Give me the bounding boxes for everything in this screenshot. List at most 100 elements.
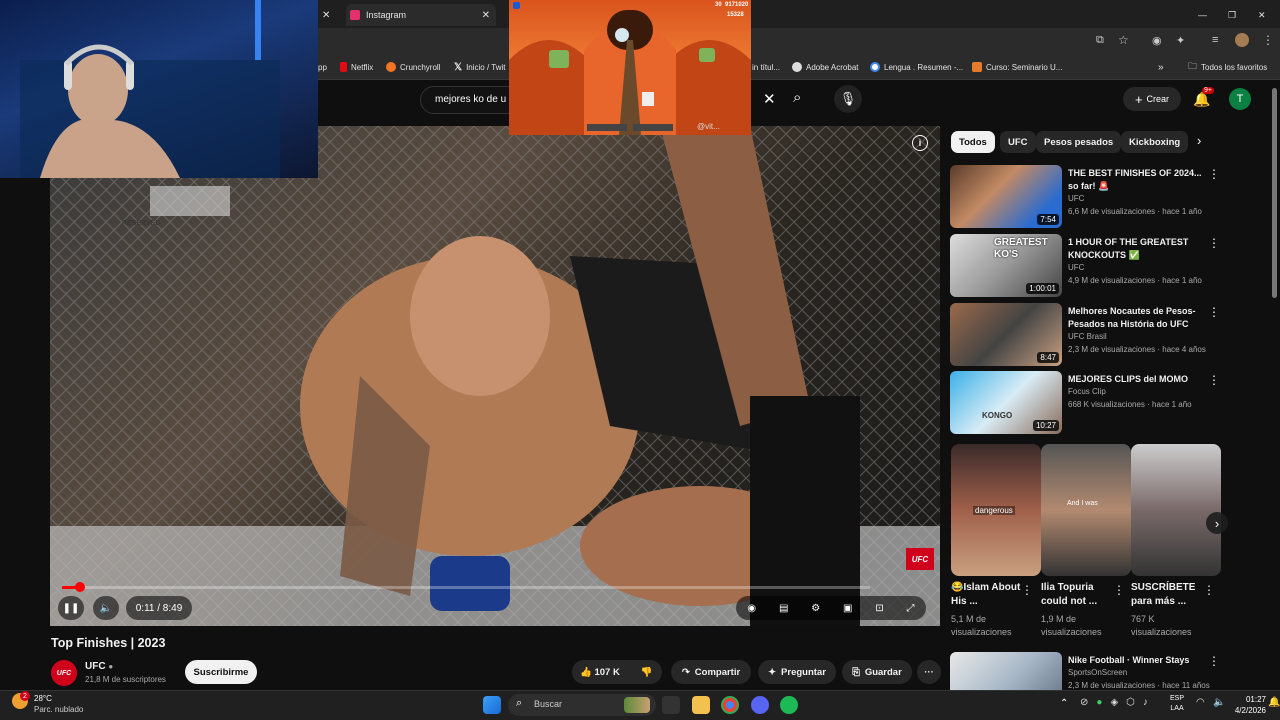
maximize-button[interactable]: ❐ <box>1228 4 1236 26</box>
file-explorer-icon[interactable] <box>692 696 710 714</box>
miniplayer-icon[interactable]: ▣ <box>843 603 852 614</box>
bookmark-lengua[interactable]: Lengua . Resumen -... <box>870 54 963 80</box>
voice-search-button[interactable]: 🎙 <box>834 85 862 113</box>
dislike-button[interactable]: 👎 <box>641 667 653 678</box>
share-button[interactable]: ↷ Compartir <box>671 660 751 684</box>
spotify-icon[interactable] <box>780 696 798 714</box>
short-title[interactable]: Ilia Topuria could not ... <box>1041 581 1121 609</box>
more-options-icon[interactable]: ⋮ <box>1208 654 1220 668</box>
minimize-button[interactable]: — <box>1198 4 1207 26</box>
chip-todos[interactable]: Todos <box>951 131 995 153</box>
task-view-icon[interactable] <box>662 696 680 714</box>
more-options-icon[interactable]: ⋮ <box>1113 583 1125 597</box>
video-title[interactable]: Nike Football · Winner Stays <box>1068 654 1208 667</box>
progress-handle[interactable] <box>75 582 85 592</box>
channel-name[interactable]: SportsOnScreen <box>1068 668 1127 677</box>
video-title[interactable]: MEJORES CLIPS del MOMO <box>1068 373 1208 386</box>
create-button[interactable]: + Crear <box>1123 87 1181 111</box>
tray-app-icon[interactable]: ⊘ <box>1080 697 1088 711</box>
extension-icon[interactable]: ◉ <box>1152 34 1162 47</box>
volume-icon[interactable]: 🔈 <box>1213 697 1225 708</box>
short-thumbnail[interactable] <box>1131 444 1221 576</box>
language-indicator[interactable]: ESP LAA <box>1170 694 1184 714</box>
channel-name[interactable]: UFC <box>1068 194 1084 203</box>
channel-name[interactable]: UFC Brasil <box>1068 332 1107 341</box>
save-button[interactable]: ⎘ Guardar <box>842 660 912 684</box>
chip-kickboxing[interactable]: Kickboxing <box>1121 131 1189 153</box>
video-thumbnail[interactable]: 8:47 <box>950 303 1062 366</box>
close-window-button[interactable]: ✕ <box>1258 4 1266 26</box>
scrollbar-thumb[interactable] <box>1272 88 1277 298</box>
list-item[interactable]: 7:54 THE BEST FINISHES OF 2024... so far… <box>950 165 1270 229</box>
tray-app-icon[interactable]: ● <box>1096 697 1102 711</box>
bookmark-all-favorites[interactable]: 🗀 Todos los favoritos <box>1188 54 1267 80</box>
wifi-icon[interactable]: ◠ <box>1196 697 1205 708</box>
more-options-icon[interactable]: ⋮ <box>1208 305 1220 319</box>
bookmark-netflix[interactable]: Netflix <box>340 54 373 80</box>
list-item[interactable]: 8:47 Melhores Nocautes de Pesos-Pesados … <box>950 303 1270 367</box>
puzzle-icon[interactable]: ✦ <box>1176 34 1185 47</box>
tab-unknown-close[interactable]: ✕ <box>322 4 330 26</box>
more-options-icon[interactable]: ⋮ <box>1021 583 1033 597</box>
star-icon[interactable]: ☆ <box>1118 33 1129 47</box>
video-thumbnail[interactable]: KONGO 10:27 <box>950 371 1062 434</box>
channel-avatar[interactable]: UFC <box>51 660 77 686</box>
like-button[interactable]: 👍 107 K <box>580 667 620 678</box>
avatar[interactable]: T <box>1229 88 1251 110</box>
channel-name[interactable]: UFC <box>1068 263 1084 272</box>
more-options-icon[interactable]: ⋮ <box>1208 236 1220 250</box>
ask-button[interactable]: ✦ Preguntar <box>758 660 836 684</box>
subtitles-icon[interactable]: ▤ <box>779 603 788 614</box>
more-options-icon[interactable]: ⋮ <box>1208 167 1220 181</box>
media-icon[interactable]: ≡ <box>1212 34 1218 46</box>
channel-name[interactable]: Focus Clip <box>1068 387 1106 396</box>
tab-instagram[interactable]: Instagram ✕ <box>346 4 496 26</box>
bookmark-twitter[interactable]: 𝕏 Inicio / Twit <box>454 54 505 80</box>
discord-icon[interactable] <box>751 696 769 714</box>
short-thumbnail[interactable]: And I was <box>1041 444 1131 576</box>
install-icon[interactable]: ⧉ <box>1096 34 1104 47</box>
list-item[interactable]: KONGO 10:27 MEJORES CLIPS del MOMO Focus… <box>950 371 1270 435</box>
settings-icon[interactable]: ⚙ <box>811 603 820 614</box>
bookmark-acrobat[interactable]: Adobe Acrobat <box>792 54 858 80</box>
bookmark-crunchyroll[interactable]: Crunchyroll <box>386 54 440 80</box>
subscribe-button[interactable]: Suscribirme <box>185 660 257 684</box>
progress-bar[interactable] <box>62 586 870 589</box>
menu-icon[interactable]: ⋮ <box>1262 33 1274 47</box>
clear-search-icon[interactable]: ✕ <box>763 90 776 108</box>
info-icon[interactable]: i <box>912 135 928 151</box>
chip-pesos-pesados[interactable]: Pesos pesados <box>1036 131 1122 153</box>
chrome-icon[interactable] <box>721 696 739 714</box>
clock[interactable]: 01:27 4/2/2026 <box>1232 694 1266 716</box>
video-thumbnail[interactable]: 7:54 <box>950 165 1062 228</box>
list-item[interactable]: GREATEST KO'S 1:00:01 1 HOUR OF THE GREA… <box>950 234 1270 298</box>
video-player[interactable]: RESERVED i UFC <box>50 126 940 626</box>
bookmark-pp[interactable]: pp <box>318 54 327 80</box>
more-actions-button[interactable]: ··· <box>917 660 941 684</box>
notification-bell-icon[interactable]: 🔔 <box>1268 697 1280 708</box>
short-title[interactable]: SUSCRÍBETE para más ... <box>1131 581 1211 609</box>
autoplay-icon[interactable]: ◉ <box>747 603 756 614</box>
pause-button[interactable]: ❚❚ <box>58 596 84 620</box>
short-thumbnail[interactable]: dangerous <box>951 444 1041 576</box>
search-icon[interactable]: ⌕ <box>793 89 801 106</box>
bookmark-untitled[interactable]: in títul... <box>752 54 780 80</box>
channel-name[interactable]: UFC ● <box>85 661 113 672</box>
profile-avatar[interactable] <box>1235 33 1249 47</box>
chip-ufc[interactable]: UFC <box>1000 131 1036 153</box>
shorts-next-button[interactable]: › <box>1206 512 1228 534</box>
video-title[interactable]: Melhores Nocautes de Pesos-Pesados na Hi… <box>1068 305 1208 331</box>
video-title[interactable]: THE BEST FINISHES OF 2024... so far! 🚨 <box>1068 167 1208 193</box>
tray-app-icon[interactable]: ♪ <box>1143 697 1148 711</box>
fullscreen-icon[interactable]: ⤢ <box>907 603 915 614</box>
chevron-up-icon[interactable]: ⌃ <box>1060 698 1068 709</box>
bookmark-curso[interactable]: Curso: Seminario U... <box>972 54 1062 80</box>
video-title[interactable]: 1 HOUR OF THE GREATEST KNOCKOUTS ✅ <box>1068 236 1208 262</box>
tray-app-icon[interactable]: ⬡ <box>1126 697 1135 711</box>
windows-start-icon[interactable] <box>483 696 501 714</box>
close-tab-icon[interactable]: ✕ <box>482 10 490 21</box>
more-options-icon[interactable]: ⋮ <box>1203 583 1215 597</box>
cast-icon[interactable]: ⊡ <box>875 603 883 614</box>
chevron-right-icon[interactable]: › <box>1197 133 1201 148</box>
bookmarks-more[interactable]: » <box>1158 54 1164 80</box>
